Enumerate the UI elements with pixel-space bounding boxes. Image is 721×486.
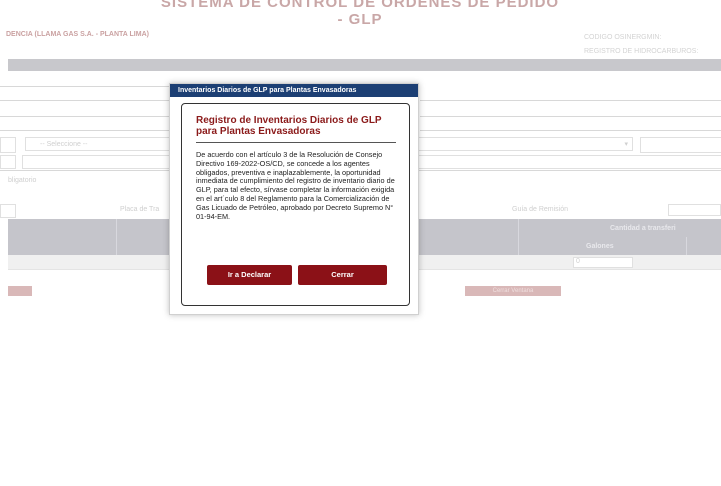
dialog-titlebar: Inventarios Diarios de GLP para Plantas … (170, 84, 418, 97)
osinergmin-code-label: CODIGO OSINERGMIN: (584, 34, 662, 41)
guia-label: Guía de Remisión (512, 206, 569, 213)
chevron-down-icon: ▾ (624, 141, 628, 148)
divider (0, 100, 170, 101)
inventory-dialog: Inventarios Diarios de GLP para Plantas … (169, 83, 419, 315)
guia-input[interactable] (668, 204, 721, 216)
divider (420, 130, 721, 131)
small-field[interactable] (0, 155, 16, 169)
dropdown-small[interactable] (0, 204, 16, 218)
galones-header: Galones (586, 243, 614, 250)
left-action-button[interactable] (8, 286, 32, 296)
divider (420, 116, 721, 117)
select-placeholder: -- Seleccione -- (40, 141, 88, 148)
cantidad-header: Cantidad a transferi (610, 225, 676, 232)
required-note: bligatorio (8, 177, 37, 184)
side-field[interactable] (640, 137, 721, 153)
dialog-message: De acuerdo con el artículo 3 de la Resol… (196, 150, 395, 221)
dialog-panel: Registro de Inventarios Diarios de GLP p… (181, 103, 410, 306)
company-name: DENCIA (LLAMA GAS S.A. - PLANTA LIMA) (6, 31, 149, 38)
title-divider (196, 142, 396, 143)
hydrocarbon-registry-label: REGISTRO DE HIDROCARBUROS: (584, 48, 699, 55)
cerrar-ventana-button[interactable]: Cerrar Ventana (465, 286, 561, 296)
galones-input[interactable]: 0 (573, 257, 633, 268)
divider (0, 130, 170, 131)
placa-label: Placa de Tra (120, 206, 160, 213)
divider (0, 116, 170, 117)
system-title: SISTEMA DE CONTROL DE ORDENES DE PEDIDO … (160, 0, 560, 28)
header-band (8, 59, 721, 71)
dialog-title: Registro de Inventarios Diarios de GLP p… (196, 115, 382, 137)
cerrar-button[interactable]: Cerrar (298, 265, 387, 285)
small-field[interactable] (0, 137, 16, 153)
divider (420, 100, 721, 101)
ir-a-declarar-button[interactable]: Ir a Declarar (207, 265, 292, 285)
registry-codes: CODIGO OSINERGMIN: REGISTRO DE HIDROCARB… (584, 31, 698, 59)
divider (0, 86, 170, 87)
